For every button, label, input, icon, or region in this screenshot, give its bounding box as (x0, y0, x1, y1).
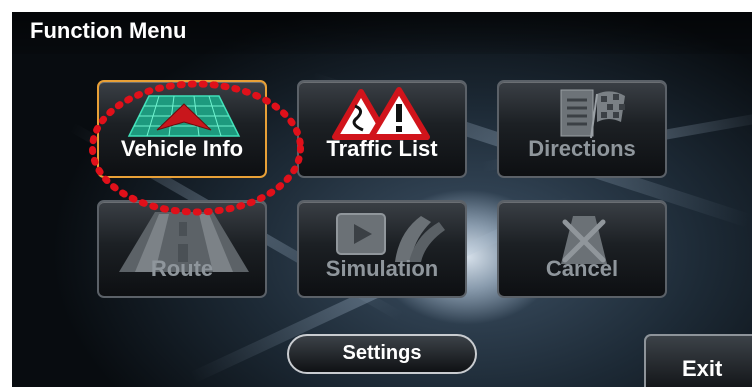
simulation-label: Simulation (325, 256, 439, 281)
cancel-label: Cancel (545, 256, 619, 281)
cancel-button[interactable]: Cancel (497, 200, 667, 298)
simulation-play-icon (336, 213, 445, 262)
directions-button[interactable]: Directions (497, 80, 667, 178)
exit-label: Exit (682, 356, 723, 381)
cancel-route-icon (561, 216, 607, 264)
simulation-button[interactable]: Simulation (297, 200, 467, 298)
traffic-list-label: Traffic List (326, 136, 438, 161)
traffic-list-button[interactable]: Traffic List (297, 80, 467, 178)
exit-button[interactable]: Exit (644, 334, 752, 387)
directions-list-flag-icon (560, 89, 625, 139)
traffic-warning-icon (332, 87, 430, 140)
settings-button[interactable]: Settings (287, 334, 477, 374)
nav-screen: Function Menu Vehicle Info Traffic List (12, 12, 752, 387)
directions-label: Directions (528, 136, 636, 161)
title-bar: Function Menu (12, 12, 752, 54)
route-label: Route (150, 256, 214, 281)
highlight-circle (89, 80, 304, 216)
settings-label: Settings (342, 342, 422, 364)
page-title: Function Menu (30, 18, 187, 43)
